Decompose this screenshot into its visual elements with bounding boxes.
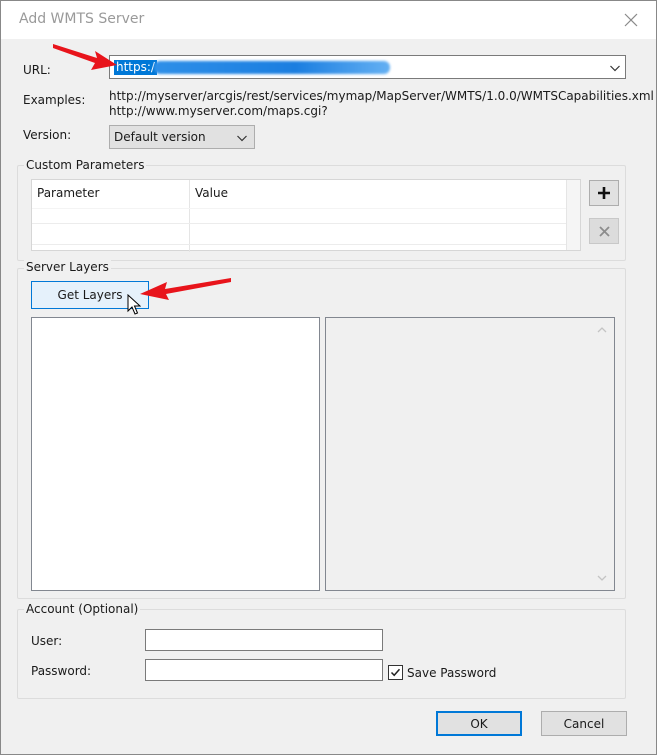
password-label: Password: — [31, 664, 92, 678]
version-selected-value: Default version — [114, 130, 206, 144]
user-label: User: — [31, 634, 63, 648]
header-divider — [32, 208, 568, 209]
table-row — [32, 244, 568, 245]
table-scrollbar[interactable] — [566, 180, 580, 250]
version-label: Version: — [23, 128, 72, 142]
get-layers-button[interactable]: Get Layers — [31, 281, 149, 309]
layer-details-panel[interactable] — [325, 317, 615, 591]
close-icon — [624, 13, 638, 27]
url-label: URL: — [23, 63, 51, 77]
column-header-value[interactable]: Value — [190, 180, 228, 208]
account-title: Account (Optional) — [24, 602, 141, 616]
column-header-parameter[interactable]: Parameter — [32, 180, 99, 208]
close-button[interactable] — [620, 9, 642, 31]
table-row — [32, 223, 568, 224]
example-url-1: http://myserver/arcgis/rest/services/mym… — [109, 89, 654, 103]
ok-button[interactable]: OK — [436, 711, 522, 736]
url-redacted-region — [154, 61, 390, 74]
custom-parameters-title: Custom Parameters — [24, 158, 147, 172]
parameters-table[interactable]: Parameter Value — [31, 179, 581, 252]
account-group — [17, 609, 626, 699]
checkmark-icon — [390, 668, 401, 677]
add-wmts-server-dialog: Add WMTS Server URL: https:/ Examples: h… — [0, 0, 657, 755]
plus-icon — [598, 187, 610, 199]
title-bar: Add WMTS Server — [1, 1, 656, 39]
dialog-title: Add WMTS Server — [19, 11, 145, 27]
chevron-down-icon — [237, 135, 247, 142]
url-combobox[interactable]: https:/ — [109, 55, 626, 79]
x-icon — [598, 225, 610, 237]
chevron-up-icon[interactable] — [596, 324, 608, 336]
cancel-button[interactable]: Cancel — [541, 711, 627, 736]
user-input[interactable] — [145, 629, 383, 651]
chevron-down-icon[interactable] — [596, 572, 608, 584]
remove-parameter-button[interactable] — [589, 218, 619, 244]
save-password-label[interactable]: Save Password — [407, 666, 496, 680]
version-select[interactable]: Default version — [109, 125, 255, 149]
add-parameter-button[interactable] — [589, 180, 619, 206]
save-password-checkbox[interactable] — [388, 665, 403, 680]
examples-label: Examples: — [23, 93, 86, 107]
url-input-value[interactable]: https:/ — [114, 60, 157, 75]
server-layers-title: Server Layers — [24, 260, 111, 274]
chevron-down-icon[interactable] — [609, 62, 621, 74]
password-input[interactable] — [145, 659, 383, 681]
example-url-2: http://www.myserver.com/maps.cgi? — [109, 104, 328, 118]
layers-tree-list[interactable] — [31, 317, 320, 591]
